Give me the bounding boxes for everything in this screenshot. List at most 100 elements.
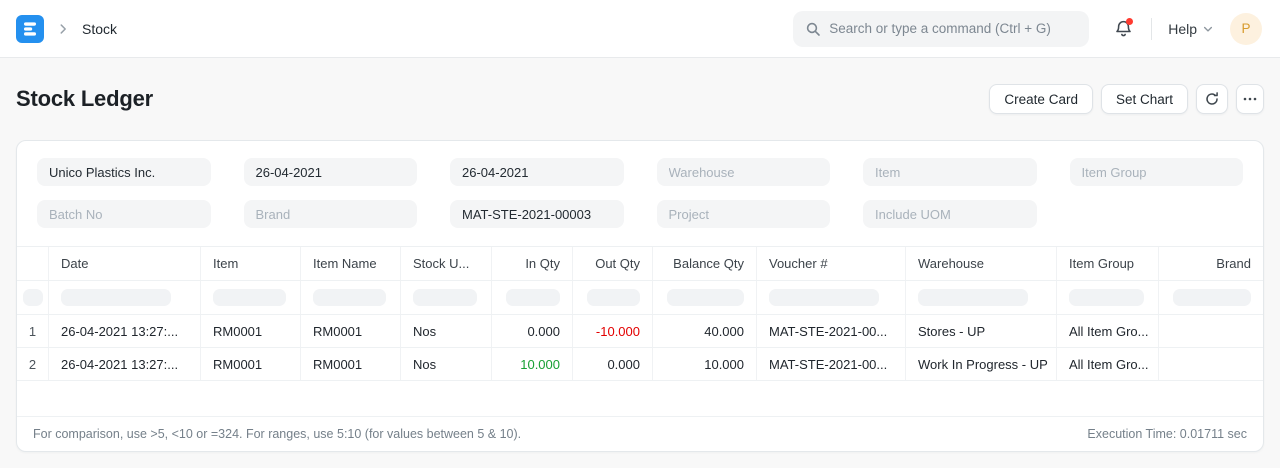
chevron-right-icon bbox=[56, 22, 70, 36]
cell-brand bbox=[1159, 315, 1263, 347]
cell-item: RM0001 bbox=[201, 348, 301, 380]
cell-in-qty: 10.000 bbox=[492, 348, 573, 380]
column-header-warehouse[interactable]: Warehouse bbox=[906, 247, 1057, 280]
refresh-button[interactable] bbox=[1196, 84, 1228, 114]
column-filter-cell bbox=[301, 281, 401, 314]
column-filter-cell bbox=[17, 281, 49, 314]
from-date-filter[interactable] bbox=[244, 158, 418, 186]
set-chart-button[interactable]: Set Chart bbox=[1101, 84, 1188, 114]
table-filter-row bbox=[17, 281, 1263, 315]
user-avatar[interactable]: P bbox=[1230, 13, 1262, 45]
help-menu[interactable]: Help bbox=[1168, 21, 1214, 37]
warehouse-filter[interactable] bbox=[657, 158, 831, 186]
filters-grid bbox=[17, 141, 1263, 247]
to-date-filter[interactable] bbox=[450, 158, 624, 186]
report-card: DateItemItem NameStock U...In QtyOut Qty… bbox=[16, 140, 1264, 452]
column-filter-cell bbox=[201, 281, 301, 314]
cell-brand bbox=[1159, 348, 1263, 380]
table-body: 126-04-2021 13:27:...RM0001RM0001Nos0.00… bbox=[17, 315, 1263, 381]
cell-date: 26-04-2021 13:27:... bbox=[49, 315, 201, 347]
column-filter-cell bbox=[573, 281, 653, 314]
menu-button[interactable] bbox=[1236, 84, 1264, 114]
navbar-right: Help P bbox=[1111, 13, 1262, 45]
column-filter-input[interactable] bbox=[587, 289, 640, 306]
column-filter-input[interactable] bbox=[23, 289, 43, 306]
column-filter-input[interactable] bbox=[413, 289, 477, 306]
column-filter-input[interactable] bbox=[918, 289, 1028, 306]
item-group-filter[interactable] bbox=[1070, 158, 1244, 186]
ellipsis-icon bbox=[1242, 91, 1258, 107]
cell-in-qty: 0.000 bbox=[492, 315, 573, 347]
cell-item-group: All Item Gro... bbox=[1057, 348, 1159, 380]
column-header-voucher[interactable]: Voucher # bbox=[757, 247, 906, 280]
column-header-date[interactable]: Date bbox=[49, 247, 201, 280]
column-filter-input[interactable] bbox=[1069, 289, 1144, 306]
cell-item: RM0001 bbox=[201, 315, 301, 347]
column-header-item[interactable]: Item bbox=[201, 247, 301, 280]
page-actions: Create Card Set Chart bbox=[989, 84, 1264, 114]
table-empty-space bbox=[17, 381, 1263, 416]
cell-item-name: RM0001 bbox=[301, 348, 401, 380]
create-card-button[interactable]: Create Card bbox=[989, 84, 1093, 114]
table-row[interactable]: 126-04-2021 13:27:...RM0001RM0001Nos0.00… bbox=[17, 315, 1263, 348]
cell-warehouse: Stores - UP bbox=[906, 315, 1057, 347]
notification-dot-icon bbox=[1126, 18, 1133, 25]
refresh-icon bbox=[1204, 91, 1220, 107]
cell-date: 26-04-2021 13:27:... bbox=[49, 348, 201, 380]
search-icon bbox=[805, 21, 821, 37]
column-header-item-group[interactable]: Item Group bbox=[1057, 247, 1159, 280]
cell-stock-u: Nos bbox=[401, 315, 492, 347]
company-filter[interactable] bbox=[37, 158, 211, 186]
report-footer: For comparison, use >5, <10 or =324. For… bbox=[17, 416, 1263, 451]
cell-item-name: RM0001 bbox=[301, 315, 401, 347]
column-filter-cell bbox=[401, 281, 492, 314]
execution-time: Execution Time: 0.01711 sec bbox=[1087, 427, 1247, 441]
page-head: Stock Ledger Create Card Set Chart bbox=[0, 58, 1280, 140]
column-filter-cell bbox=[653, 281, 757, 314]
project-filter[interactable] bbox=[657, 200, 831, 228]
column-filter-cell bbox=[906, 281, 1057, 314]
column-header-index[interactable] bbox=[17, 247, 49, 280]
column-filter-input[interactable] bbox=[667, 289, 744, 306]
brand-filter[interactable] bbox=[244, 200, 418, 228]
cell-balance-qty: 10.000 bbox=[653, 348, 757, 380]
include-uom-filter[interactable] bbox=[863, 200, 1037, 228]
navbar: Stock Help P bbox=[0, 0, 1280, 58]
column-header-item-name[interactable]: Item Name bbox=[301, 247, 401, 280]
column-header-out-qty[interactable]: Out Qty bbox=[573, 247, 653, 280]
cell-out-qty: 0.000 bbox=[573, 348, 653, 380]
app-logo[interactable] bbox=[16, 15, 44, 43]
column-header-stock-u[interactable]: Stock U... bbox=[401, 247, 492, 280]
notifications-button[interactable] bbox=[1111, 17, 1135, 41]
item-filter[interactable] bbox=[863, 158, 1037, 186]
column-filter-cell bbox=[757, 281, 906, 314]
help-label: Help bbox=[1168, 21, 1197, 37]
table-row[interactable]: 226-04-2021 13:27:...RM0001RM0001Nos10.0… bbox=[17, 348, 1263, 381]
column-filter-input[interactable] bbox=[313, 289, 386, 306]
cell-voucher: MAT-STE-2021-00... bbox=[757, 348, 906, 380]
cell-out-qty: -10.000 bbox=[573, 315, 653, 347]
batch-no-filter[interactable] bbox=[37, 200, 211, 228]
column-filter-cell bbox=[492, 281, 573, 314]
cell-balance-qty: 40.000 bbox=[653, 315, 757, 347]
cell-voucher: MAT-STE-2021-00... bbox=[757, 315, 906, 347]
column-filter-input[interactable] bbox=[1173, 289, 1251, 306]
column-filter-input[interactable] bbox=[61, 289, 171, 306]
column-filter-input[interactable] bbox=[213, 289, 286, 306]
row-index: 1 bbox=[17, 315, 49, 347]
search-input[interactable] bbox=[829, 21, 1077, 36]
voucher-no-filter[interactable] bbox=[450, 200, 624, 228]
navbar-divider bbox=[1151, 18, 1152, 40]
cell-item-group: All Item Gro... bbox=[1057, 315, 1159, 347]
column-filter-cell bbox=[1057, 281, 1159, 314]
column-filter-input[interactable] bbox=[769, 289, 879, 306]
global-search[interactable] bbox=[793, 11, 1089, 47]
column-filter-input[interactable] bbox=[506, 289, 560, 306]
filter-hint-text: For comparison, use >5, <10 or =324. For… bbox=[33, 427, 521, 441]
row-index: 2 bbox=[17, 348, 49, 380]
breadcrumb: Stock bbox=[16, 15, 117, 43]
column-header-brand[interactable]: Brand bbox=[1159, 247, 1263, 280]
column-header-balance-qty[interactable]: Balance Qty bbox=[653, 247, 757, 280]
breadcrumb-stock[interactable]: Stock bbox=[82, 21, 117, 37]
column-header-in-qty[interactable]: In Qty bbox=[492, 247, 573, 280]
